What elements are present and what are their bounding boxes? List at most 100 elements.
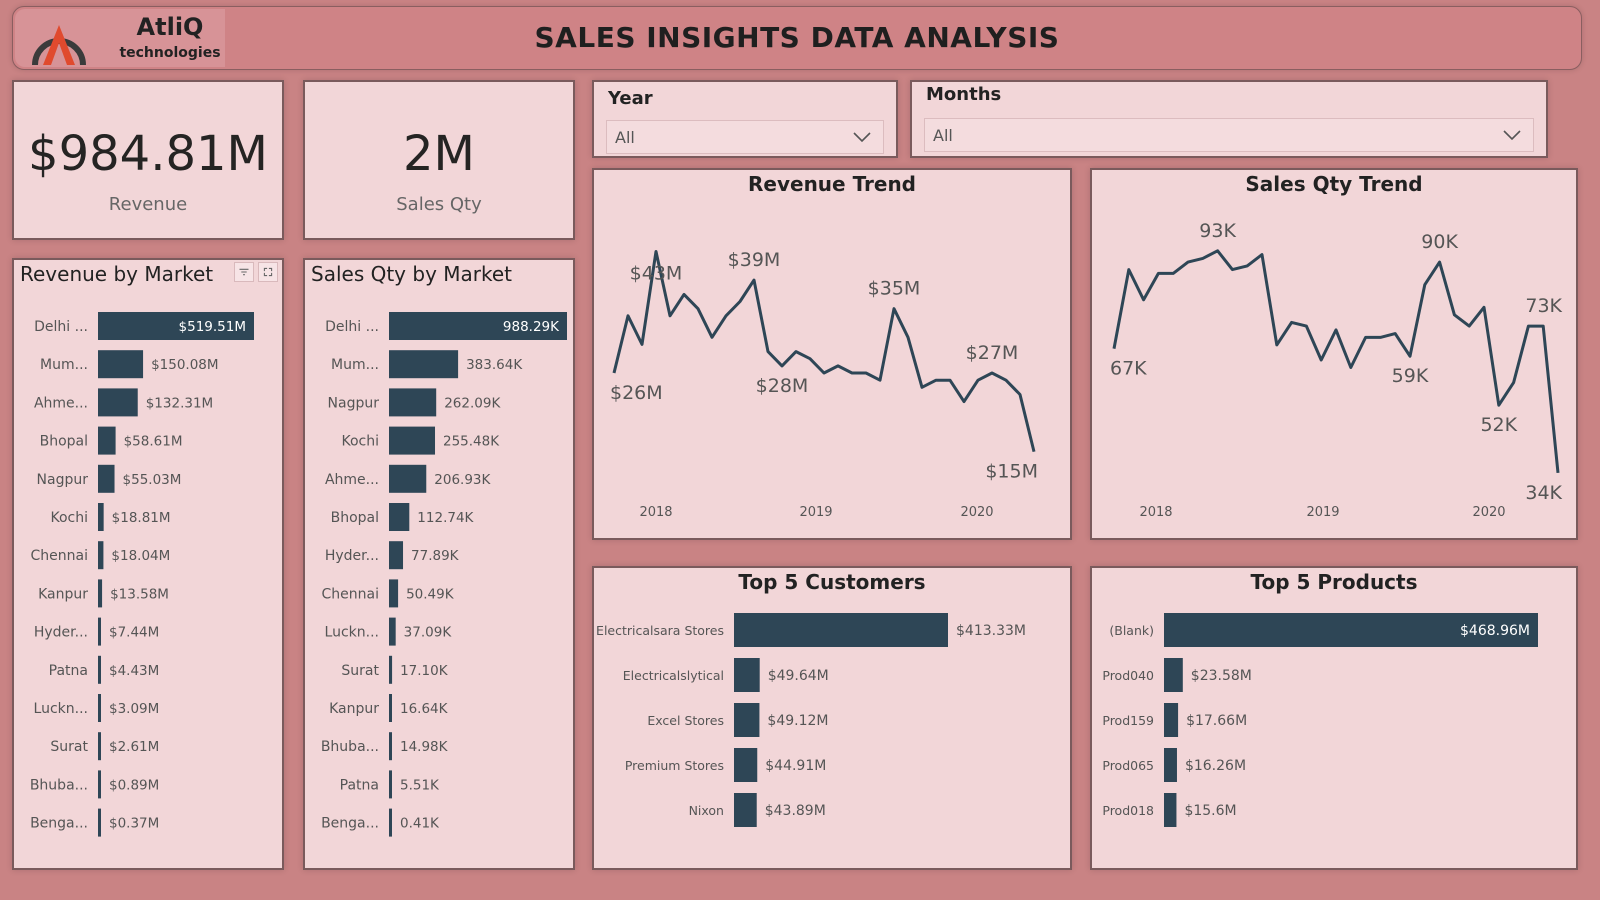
data-label: $413.33M: [956, 623, 1026, 639]
bar: [389, 388, 437, 417]
category-label: Kochi: [341, 434, 379, 450]
months-dropdown[interactable]: All: [924, 118, 1534, 152]
category-label: Delhi ...: [34, 319, 88, 335]
category-label: Ahme...: [325, 472, 379, 488]
bar: [98, 464, 115, 493]
data-label: 255.48K: [443, 434, 500, 450]
revenue-kpi-card: $984.81M Revenue: [12, 80, 284, 240]
data-label: 77.89K: [411, 548, 460, 564]
year-dropdown[interactable]: All: [606, 120, 884, 154]
bar: [389, 464, 427, 493]
category-label: Prod065: [1102, 758, 1154, 773]
data-label: 17.10K: [400, 663, 449, 679]
category-label: Surat: [341, 663, 379, 679]
data-label: $58.61M: [124, 434, 183, 450]
sales-qty-kpi-card: 2M Sales Qty: [303, 80, 575, 240]
data-label: $16.26M: [1185, 758, 1246, 774]
category-label: Mum...: [331, 357, 379, 373]
data-label: $468.96M: [1460, 623, 1530, 639]
data-label: 34K: [1525, 482, 1562, 504]
data-label: 59K: [1392, 365, 1429, 387]
category-label: Prod018: [1102, 803, 1154, 818]
year-slicer-title: Year: [608, 88, 653, 109]
category-label: Luckn...: [34, 701, 88, 717]
data-label: $7.44M: [109, 625, 159, 641]
bar: [98, 579, 103, 608]
sales-qty-trend-chart: 67K 93K 90K 59K 52K 73K 34K 2018 2019 2020: [1110, 220, 1563, 520]
bar: [98, 503, 104, 531]
category-label: (Blank): [1109, 623, 1154, 638]
bar: [98, 732, 101, 761]
top5-products-visual: Top 5 Products (Blank) $468.96M Prod040 $23…: [1090, 566, 1578, 870]
sales-qty-kpi-label: Sales Qty: [396, 194, 482, 215]
data-label: 0.41K: [400, 816, 440, 832]
data-label: $17.66M: [1186, 713, 1247, 729]
category-label: Kanpur: [38, 586, 88, 602]
bar: [98, 541, 104, 570]
bar: [389, 808, 392, 837]
data-label: $132.31M: [146, 395, 213, 411]
data-label: $43.89M: [765, 803, 826, 819]
x-tick-label: 2019: [1306, 505, 1339, 520]
category-label: Luckn...: [325, 625, 379, 641]
data-label: 93K: [1199, 220, 1236, 242]
bar: [98, 350, 144, 379]
bar: [734, 658, 760, 692]
top5-customers-title: Top 5 Customers: [738, 570, 926, 594]
sales-qty-trend-visual: Sales Qty Trend 67K 93K 90K 59K 52K 73K 34K 201…: [1090, 168, 1578, 540]
revenue-trend-chart: $43M $26M $39M $28M $35M $27M $15M 2018 2019 2020: [610, 249, 1038, 520]
bar: [98, 617, 101, 646]
months-slicer-title: Months: [926, 84, 1002, 105]
bar: [734, 703, 760, 737]
category-label: Benga...: [321, 816, 379, 832]
data-label: 112.74K: [417, 510, 474, 526]
data-label: $43M: [630, 262, 683, 284]
bar: [1164, 748, 1177, 782]
bar: [98, 808, 101, 837]
category-label: Prod159: [1102, 713, 1154, 728]
data-label: $0.37M: [109, 816, 159, 832]
revenue-kpi-value: $984.81M: [28, 126, 268, 182]
category-label: Premium Stores: [625, 758, 724, 773]
chevron-down-icon: [1503, 130, 1521, 141]
top5-customers-visual: Top 5 Customers Electricalsara Stores $41…: [592, 566, 1072, 870]
bar: [1164, 658, 1183, 692]
data-label: $23.58M: [1191, 668, 1252, 684]
bar: [389, 350, 459, 379]
data-label: $15M: [985, 461, 1038, 483]
data-label: $519.51M: [179, 319, 246, 335]
bar: [734, 613, 948, 647]
filter-icon[interactable]: [234, 262, 254, 282]
category-label: Nixon: [689, 803, 724, 818]
visual-header-icons: [234, 262, 278, 282]
data-label: $49.64M: [768, 668, 829, 684]
bar: [98, 694, 101, 722]
category-label: Kochi: [50, 510, 88, 526]
months-dropdown-value: All: [933, 126, 953, 145]
bar: [389, 694, 392, 722]
sales-qty-by-market-visual: Sales Qty by Market Delhi ... 988.29K Mum.…: [303, 258, 575, 870]
data-label: 5.51K: [400, 777, 440, 793]
category-label: Electricalslytical: [623, 668, 724, 683]
revenue-trend-visual: Revenue Trend $43M $26M $39M $28M $35M $27M $1…: [592, 168, 1072, 540]
data-label: $28M: [756, 375, 809, 397]
revenue-by-market-title: Revenue by Market: [20, 262, 214, 286]
data-label: 52K: [1480, 414, 1517, 436]
category-label: Delhi ...: [325, 319, 379, 335]
data-label: $13.58M: [110, 586, 169, 602]
bar: [734, 748, 758, 782]
data-label: $2.61M: [109, 739, 159, 755]
year-dropdown-value: All: [615, 128, 635, 147]
category-label: Bhuba...: [30, 777, 88, 793]
category-label: Excel Stores: [647, 713, 724, 728]
data-label: 14.98K: [400, 739, 449, 755]
data-label: $150.08M: [151, 357, 218, 373]
x-tick-label: 2020: [1472, 505, 1505, 520]
chevron-down-icon: [853, 132, 871, 143]
focus-mode-icon[interactable]: [258, 262, 278, 282]
bar: [389, 770, 392, 799]
category-label: Prod040: [1102, 668, 1154, 683]
category-label: Chennai: [31, 548, 88, 564]
top5-products-chart: (Blank) $468.96M Prod040 $23.58M Prod159 $17.…: [1102, 613, 1538, 827]
sales-qty-by-market-chart: Delhi ... 988.29K Mum... 383.64K Nagpur 262.0…: [321, 312, 567, 837]
